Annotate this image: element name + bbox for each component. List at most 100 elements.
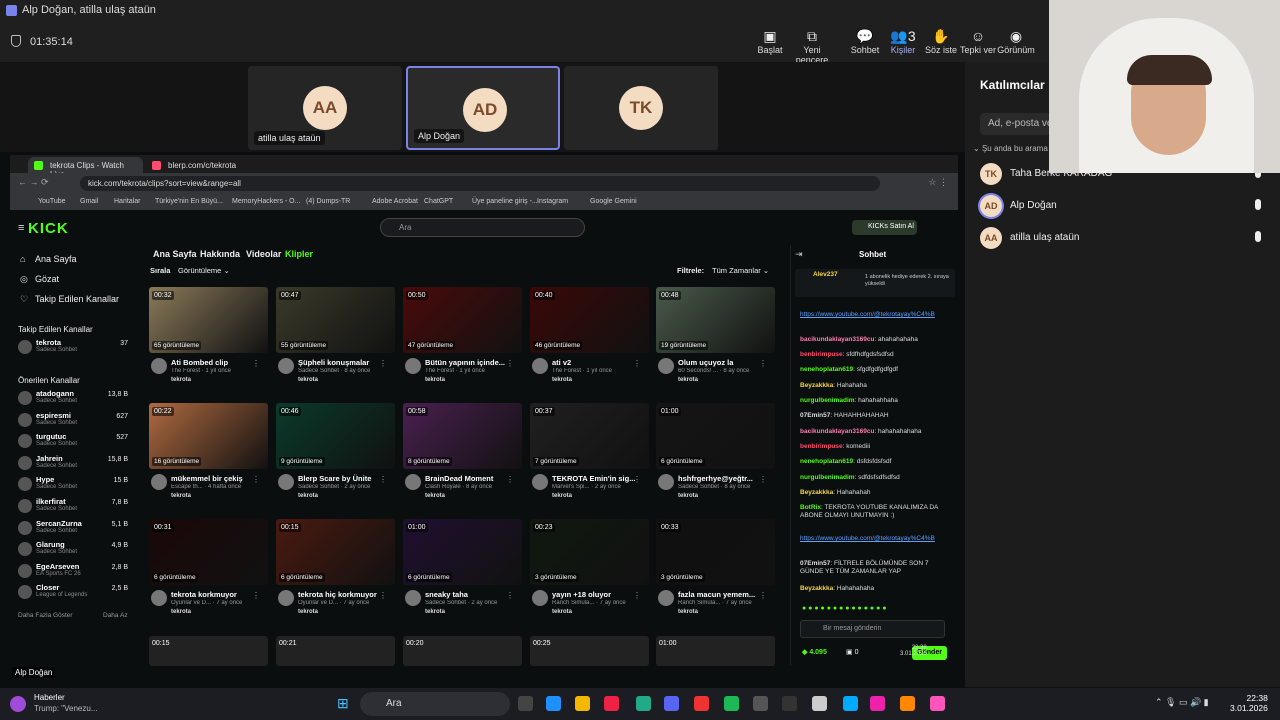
channel-item[interactable]: SercanZurna Sadece Sohbet 5,1 B — [18, 519, 128, 539]
chat-username[interactable]: nenehoplatan619 — [800, 458, 853, 465]
clip-title[interactable]: sneaky taha — [425, 590, 511, 599]
clip-title[interactable]: yayın +18 oluyor — [552, 590, 638, 599]
more-options-icon[interactable]: ⋮ — [759, 591, 767, 600]
kick-logo[interactable]: KICK — [28, 220, 69, 237]
clip-title[interactable]: hshfrgerhye@yeğtr... — [678, 474, 764, 483]
toolbar-1-button[interactable]: ▣ Başlat — [750, 27, 790, 61]
microphone-icon[interactable] — [1255, 231, 1261, 242]
clip-title[interactable]: tekrota korkmuyor — [171, 590, 257, 599]
clip-card[interactable]: 00:23 3 görüntüleme yayın +18 oluyor Ranch … — [530, 519, 649, 629]
windows-start-icon[interactable]: ⊞ — [337, 695, 349, 712]
clip-owner[interactable]: tekrota — [425, 609, 445, 615]
channel-tab[interactable]: Hakkında — [200, 249, 240, 259]
bookmark-item[interactable]: Gmail — [80, 198, 98, 205]
hamburger-icon[interactable]: ≡ — [18, 222, 24, 234]
more-options-icon[interactable]: ⋮ — [759, 475, 767, 484]
taskbar-app-icon[interactable] — [604, 696, 619, 711]
clip-owner[interactable]: tekrota — [552, 493, 572, 499]
channel-item[interactable]: atadogann Sadece Sohbet 13,8 B — [18, 389, 128, 409]
toolbar-3-button[interactable]: 💬 Sohbet — [845, 27, 885, 61]
channel-item[interactable]: Glarung Sadece Sohbet 4,9 B — [18, 540, 128, 560]
clip-title[interactable]: mükemmel bir çekiş — [171, 474, 257, 483]
clip-title[interactable]: TEKROTA Emin'in sig... — [552, 474, 638, 483]
clip-thumbnail[interactable]: 00:47 55 görüntüleme — [276, 287, 395, 353]
clip-title[interactable]: Ati Bombed clip — [171, 358, 257, 367]
participant-tile[interactable]: AD Alp Doğan — [406, 66, 560, 150]
more-options-icon[interactable]: ⋮ — [379, 359, 387, 368]
taskbar-app-icon[interactable] — [518, 696, 533, 711]
chat-username[interactable]: benbirimpuse — [800, 351, 843, 358]
clip-title[interactable]: tekrota hiç korkmuyor — [298, 590, 384, 599]
clip-card[interactable]: 00:50 47 görüntüleme Bütün yapının içinde.… — [403, 287, 522, 397]
clip-thumbnail[interactable]: 00:58 8 görüntüleme — [403, 403, 522, 469]
channel-item[interactable]: Hype Sadece Sohbet 15 B — [18, 475, 128, 495]
taskbar-app-icon[interactable] — [930, 696, 945, 711]
chat-username[interactable]: 07Emin57 — [800, 412, 830, 419]
channel-tab[interactable]: Videolar — [246, 249, 281, 259]
chat-username[interactable]: benbirimpuse — [800, 443, 843, 450]
clip-card[interactable]: 00:58 8 görüntüleme BrainDead Moment Clash … — [403, 403, 522, 513]
taskbar-app-icon[interactable] — [812, 696, 827, 711]
clip-thumbnail[interactable]: 00:46 9 görüntüleme — [276, 403, 395, 469]
taskbar-app-icon[interactable] — [724, 696, 739, 711]
taskbar-app-icon[interactable] — [900, 696, 915, 711]
buy-kicks-button[interactable]: KICKs Satın Al — [852, 220, 917, 235]
chat-username[interactable]: Beyzakkka — [800, 489, 833, 496]
taskbar-app-icon[interactable] — [782, 696, 797, 711]
bookmark-item[interactable]: Üye paneline giriş -... — [472, 198, 538, 205]
participant-tile[interactable]: TK — [564, 66, 718, 150]
taskbar-app-icon[interactable] — [870, 696, 885, 711]
chat-username[interactable]: bacikundaklayan3169cu — [800, 336, 874, 343]
more-options-icon[interactable]: ⋮ — [252, 359, 260, 368]
clip-thumbnail[interactable]: 00:37 7 görüntüleme — [530, 403, 649, 469]
channel-item[interactable]: espiresmi Sadece Sohbet 627 — [18, 411, 128, 431]
channel-item[interactable]: ilkerfirat Sadece Sohbet 7,8 B — [18, 497, 128, 517]
browser-menu-icon[interactable]: ☆ ⋮ — [928, 177, 948, 188]
clip-card[interactable]: 00:31 6 görüntüleme tekrota korkmuyor Oyunl… — [149, 519, 268, 629]
more-options-icon[interactable]: ⋮ — [633, 591, 641, 600]
chat-username[interactable]: nurgulbenimadim — [800, 474, 855, 481]
clip-thumbnail[interactable]: 01:00 6 görüntüleme — [656, 403, 775, 469]
bookmark-item[interactable]: MemoryHackers - O... — [232, 198, 300, 205]
bookmark-item[interactable]: (4) Dumps-TR — [306, 198, 350, 205]
clip-owner[interactable]: tekrota — [171, 377, 191, 383]
chat-username[interactable]: BotRix — [800, 504, 821, 511]
clip-owner[interactable]: tekrota — [298, 377, 318, 383]
more-options-icon[interactable]: ⋮ — [252, 591, 260, 600]
chat-username[interactable]: 07Emin57 — [800, 560, 830, 567]
clip-owner[interactable]: tekrota — [171, 493, 191, 499]
clip-thumbnail[interactable]: 00:48 19 görüntüleme — [656, 287, 775, 353]
clip-card[interactable]: 00:47 55 görüntüleme Şüpheli konuşmalar Sad… — [276, 287, 395, 397]
clip-owner[interactable]: tekrota — [552, 609, 572, 615]
toolbar-4-button[interactable]: 👥3 Kişiler — [883, 27, 923, 64]
clip-owner[interactable]: tekrota — [678, 377, 698, 383]
clip-title[interactable]: fazla macun yemem... — [678, 590, 764, 599]
sidebar-nav-3[interactable]: Takip Edilen Kanallar — [35, 294, 119, 304]
clip-thumbnail[interactable]: 00:31 6 görüntüleme — [149, 519, 268, 585]
more-options-icon[interactable]: ⋮ — [506, 359, 514, 368]
chat-username[interactable]: Beyzakkka — [800, 382, 833, 389]
chat-username[interactable]: bacikundaklayan3169cu — [800, 428, 874, 435]
clip-thumbnail[interactable]: 00:15 — [149, 636, 268, 666]
toolbar-7-button[interactable]: ◉ Görünüm — [996, 27, 1036, 61]
clip-thumbnail[interactable]: 00:25 — [530, 636, 649, 666]
clip-thumbnail[interactable]: 00:23 3 görüntüleme — [530, 519, 649, 585]
more-options-icon[interactable]: ⋮ — [379, 591, 387, 600]
taskbar-app-icon[interactable] — [753, 696, 768, 711]
bookmark-item[interactable]: Adobe Acrobat — [372, 198, 418, 205]
clip-owner[interactable]: tekrota — [678, 493, 698, 499]
more-options-icon[interactable]: ⋮ — [633, 475, 641, 484]
channel-item[interactable]: Closer League of Legends 2,5 B — [18, 583, 128, 603]
nav-arrows-icon[interactable]: ← → ⟳ — [18, 177, 49, 188]
more-options-icon[interactable]: ⋮ — [759, 359, 767, 368]
toolbar-6-button[interactable]: ☺ Tepki ver — [958, 27, 998, 61]
clip-card[interactable]: 01:00 6 görüntüleme sneaky taha Sadece Sohb… — [403, 519, 522, 629]
kick-search-input[interactable]: Ara — [380, 218, 585, 237]
bookmark-item[interactable]: Google Gemini — [590, 198, 637, 205]
bookmark-item[interactable]: Türkiye'nin En Büyü... — [155, 198, 223, 205]
in-meeting-section[interactable]: ⌄ Şu anda bu arama — [973, 144, 1048, 153]
clip-owner[interactable]: tekrota — [298, 609, 318, 615]
taskbar-app-icon[interactable] — [636, 696, 651, 711]
more-options-icon[interactable]: ⋮ — [252, 475, 260, 484]
channel-item[interactable]: EgeArseven EA Sports FC 26 2,8 B — [18, 562, 128, 582]
